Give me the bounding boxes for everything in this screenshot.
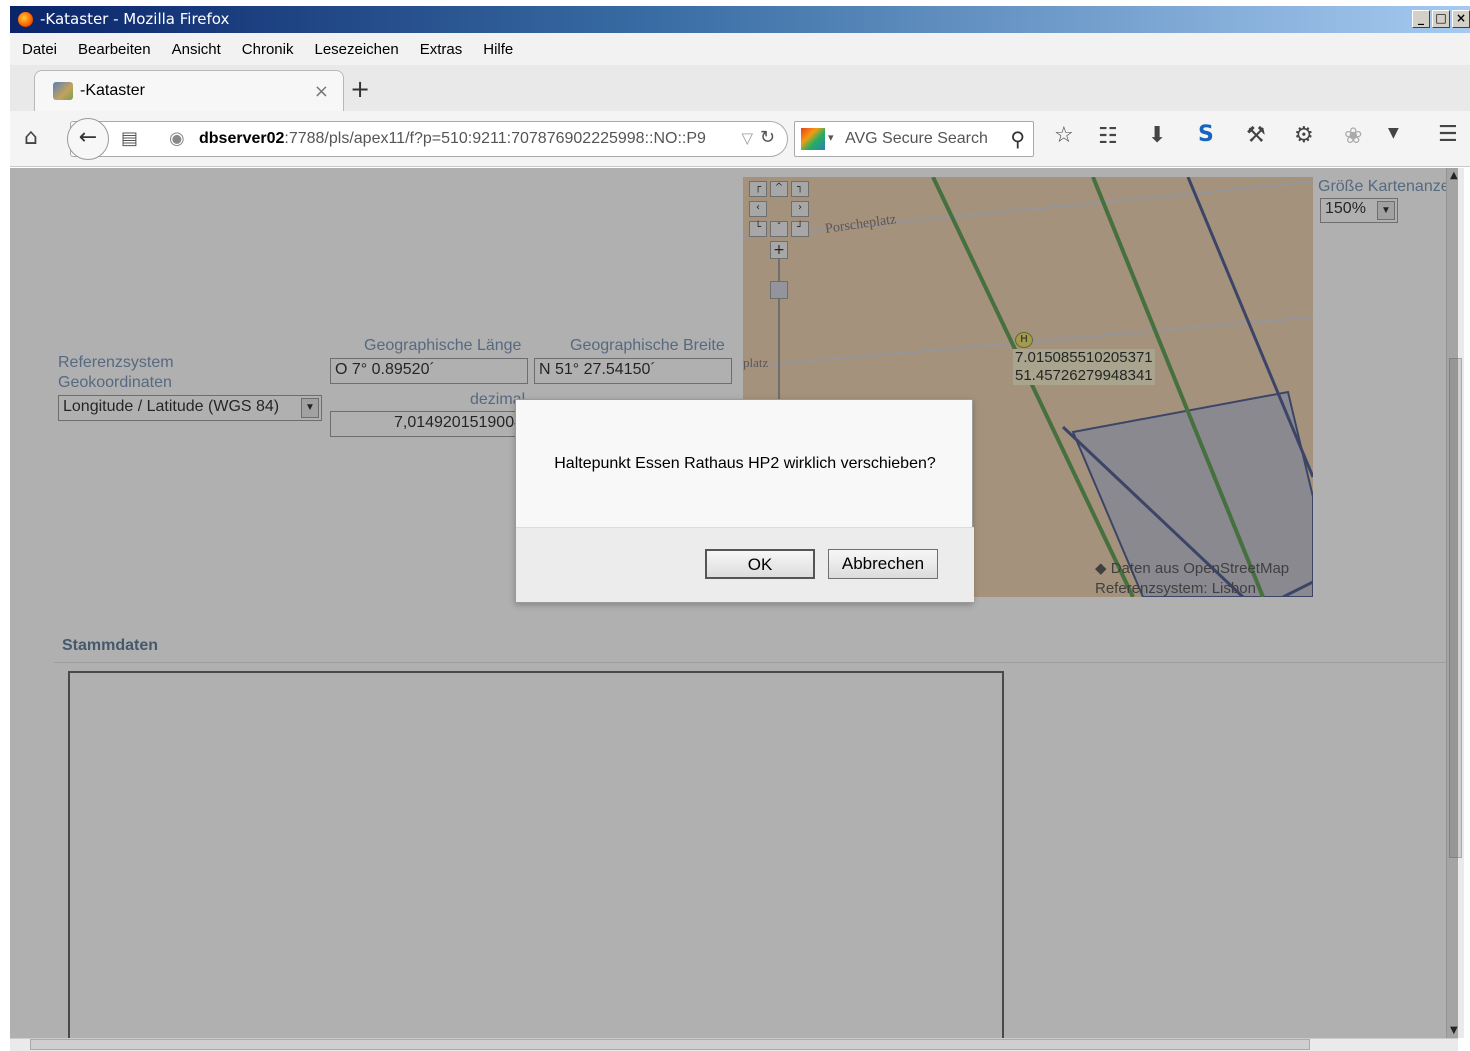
tab-close-icon[interactable]: × (314, 81, 329, 102)
gear-icon[interactable]: ⚙ (1294, 123, 1314, 148)
home-icon[interactable]: ⌂ (24, 125, 38, 150)
dialog-message: Haltepunkt Essen Rathaus HP2 wirklich ve… (554, 455, 936, 472)
navigation-bar: ⌂ ← ▤ ◉ dbserver02:7788/pls/apex11/f?p=5… (10, 111, 1470, 167)
addon-icon[interactable]: ❀ (1344, 124, 1362, 149)
menu-hilfe[interactable]: Hilfe (483, 41, 513, 58)
confirm-dialog: Haltepunkt Essen Rathaus HP2 wirklich ve… (515, 399, 974, 603)
window-controls: _ □ × (1412, 10, 1470, 28)
download-icon[interactable]: ⬇ (1148, 123, 1166, 148)
url-text: dbserver02:7788/pls/apex11/f?p=510:9211:… (199, 130, 706, 148)
bookmarks-list-icon[interactable]: ☷ (1098, 124, 1118, 149)
history-icon[interactable]: ▤ (121, 128, 138, 149)
new-tab-button[interactable]: + (350, 75, 370, 103)
dialog-footer: OK Abbrechen (516, 527, 974, 602)
menu-ansicht[interactable]: Ansicht (172, 41, 221, 58)
reload-icon[interactable]: ↻ (760, 127, 775, 148)
ok-button[interactable]: OK (705, 549, 815, 579)
window-title: -Kataster - Mozilla Firefox (40, 10, 230, 28)
window-titlebar: -Kataster - Mozilla Firefox _ □ × (10, 6, 1470, 33)
engine-dropdown-icon[interactable]: ▾ (828, 131, 834, 144)
tab-kataster[interactable]: -Kataster × (34, 70, 344, 111)
maximize-button[interactable]: □ (1432, 10, 1450, 28)
search-icon[interactable]: ⚲ (1010, 127, 1025, 151)
tab-strip: -Kataster × + (10, 65, 1470, 111)
url-host: dbserver02 (199, 130, 285, 147)
url-path: :7788/pls/apex11/f?p=510:9211:7078769022… (284, 130, 706, 147)
firefox-icon (18, 12, 33, 27)
chevron-down-icon[interactable]: ▼ (1388, 125, 1399, 141)
modal-overlay (10, 168, 1458, 1038)
menu-chronik[interactable]: Chronik (242, 41, 294, 58)
menu-icon[interactable]: ☰ (1438, 122, 1458, 147)
horizontal-scrollbar[interactable] (10, 1038, 1458, 1051)
search-input[interactable]: AVG Secure Search (845, 130, 988, 148)
menu-extras[interactable]: Extras (420, 41, 463, 58)
close-button[interactable]: × (1452, 10, 1470, 28)
url-bar[interactable]: ← ▤ ◉ dbserver02:7788/pls/apex11/f?p=510… (67, 118, 788, 160)
menu-lesezeichen[interactable]: Lesezeichen (314, 41, 398, 58)
bookmark-star-icon[interactable]: ☆ (1054, 123, 1074, 148)
avg-icon (801, 128, 825, 150)
menubar: Datei Bearbeiten Ansicht Chronik Lesezei… (10, 33, 1470, 65)
skype-icon[interactable]: S (1198, 122, 1214, 147)
wrench-icon[interactable]: ⚒ (1246, 123, 1266, 148)
globe-icon: ◉ (169, 128, 185, 149)
menu-bearbeiten[interactable]: Bearbeiten (78, 41, 151, 58)
scroll-h-thumb[interactable] (30, 1039, 1310, 1050)
cancel-button[interactable]: Abbrechen (828, 549, 938, 579)
back-button[interactable]: ← (67, 118, 109, 160)
minimize-button[interactable]: _ (1412, 10, 1430, 28)
tab-title: -Kataster (80, 82, 145, 99)
search-bar[interactable]: ▾ AVG Secure Search ⚲ (794, 121, 1034, 157)
dropdown-icon[interactable]: ▽ (741, 129, 753, 147)
favicon-icon (53, 82, 73, 100)
menu-datei[interactable]: Datei (22, 41, 57, 58)
